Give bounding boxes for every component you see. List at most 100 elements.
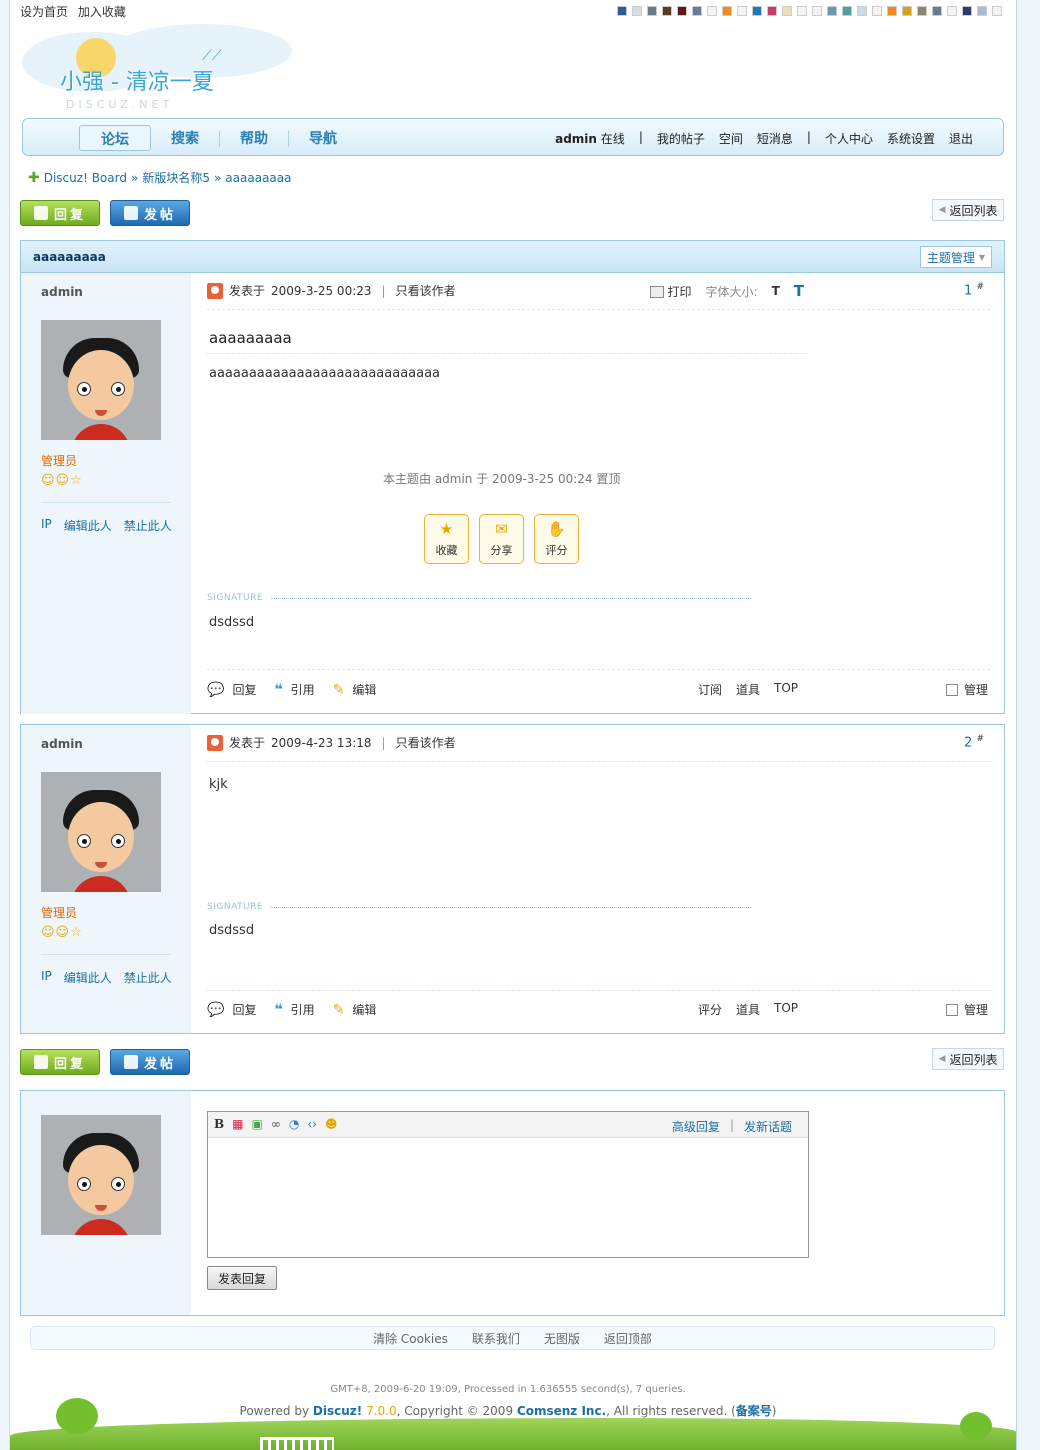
code-icon[interactable]: ‹›	[307, 1117, 317, 1131]
ban-user-link[interactable]: 禁止此人	[124, 969, 172, 986]
style-swatch[interactable]	[932, 6, 942, 16]
rate-button[interactable]: ✋ 评分	[534, 514, 579, 564]
ip-link[interactable]: IP	[41, 517, 52, 534]
reply-button-bottom[interactable]: 回复	[20, 1049, 100, 1075]
share-button[interactable]: ✉ 分享	[479, 514, 524, 564]
online-status[interactable]: 在线	[601, 132, 625, 146]
messages-link[interactable]: 短消息	[757, 130, 793, 147]
link-icon[interactable]: ∞	[271, 1117, 281, 1131]
style-swatch[interactable]	[752, 6, 762, 16]
thread-manage-dropdown[interactable]: 主题管理 ▼	[920, 246, 992, 268]
subscribe-link[interactable]: 订阅	[698, 681, 722, 698]
style-swatch[interactable]	[812, 6, 822, 16]
style-swatch[interactable]	[857, 6, 867, 16]
style-swatch[interactable]	[662, 6, 672, 16]
floor-number[interactable]: 1 #	[964, 282, 984, 298]
style-swatch[interactable]	[692, 6, 702, 16]
style-swatch[interactable]	[722, 6, 732, 16]
manage-checkbox[interactable]	[945, 683, 958, 696]
new-post-button[interactable]: 发帖	[110, 200, 190, 226]
edit-link[interactable]: ✎ 编辑	[333, 681, 377, 698]
user-center-link[interactable]: 个人中心	[825, 130, 873, 147]
window-scrollbar[interactable]	[1016, 0, 1040, 1450]
style-swatch[interactable]	[902, 6, 912, 16]
bold-icon[interactable]: B	[214, 1117, 224, 1131]
icp-link[interactable]: 备案号	[736, 1404, 772, 1418]
quote-link[interactable]: ❝ 引用	[274, 1001, 314, 1018]
only-author-link[interactable]: 只看该作者	[396, 282, 456, 299]
style-swatch[interactable]	[962, 6, 972, 16]
font-large-button[interactable]: T	[794, 282, 804, 300]
favorite-button[interactable]: ★ 收藏	[424, 514, 469, 564]
style-swatch[interactable]	[977, 6, 987, 16]
add-favorite-link[interactable]: 加入收藏	[78, 5, 126, 19]
rate-link[interactable]: 评分	[698, 1001, 722, 1018]
props-link[interactable]: 道具	[736, 1001, 760, 1018]
style-swatch[interactable]	[992, 6, 1002, 16]
props-link[interactable]: 道具	[736, 681, 760, 698]
company-link[interactable]: Comsenz Inc.	[517, 1404, 606, 1418]
nav-tab-forum[interactable]: 论坛	[79, 125, 151, 151]
new-topic-link[interactable]: 发新话题	[744, 1118, 792, 1135]
style-swatch[interactable]	[797, 6, 807, 16]
back-to-list-button-bottom[interactable]: ◀ 返回列表	[932, 1048, 1004, 1070]
style-swatch[interactable]	[827, 6, 837, 16]
style-swatch[interactable]	[737, 6, 747, 16]
smiley-icon[interactable]: ☻	[325, 1117, 338, 1131]
edit-link[interactable]: ✎ 编辑	[333, 1001, 377, 1018]
style-swatch[interactable]	[947, 6, 957, 16]
product-link[interactable]: Discuz!	[313, 1404, 362, 1418]
settings-link[interactable]: 系统设置	[887, 130, 935, 147]
edit-user-link[interactable]: 编辑此人	[64, 517, 112, 534]
my-posts-link[interactable]: 我的帖子	[657, 130, 705, 147]
text-only-link[interactable]: 无图版	[544, 1330, 580, 1347]
style-swatch[interactable]	[917, 6, 927, 16]
style-swatch[interactable]	[647, 6, 657, 16]
top-link[interactable]: TOP	[774, 681, 798, 698]
username-link[interactable]: admin	[555, 132, 597, 146]
reply-link[interactable]: 💬 回复	[207, 1001, 256, 1018]
style-swatch[interactable]	[887, 6, 897, 16]
edit-user-link[interactable]: 编辑此人	[64, 969, 112, 986]
set-home-link[interactable]: 设为首页	[20, 5, 68, 19]
top-link[interactable]: TOP	[774, 1001, 798, 1018]
new-post-button-bottom[interactable]: 发帖	[110, 1049, 190, 1075]
reply-link[interactable]: 💬 回复	[207, 681, 256, 698]
style-swatch[interactable]	[842, 6, 852, 16]
nav-tab-help[interactable]: 帮助	[230, 125, 278, 151]
color-icon[interactable]: ▦	[232, 1117, 243, 1131]
clear-cookies-link[interactable]: 清除 Cookies	[373, 1330, 448, 1347]
image-icon[interactable]: ▣	[252, 1117, 263, 1131]
style-swatch[interactable]	[632, 6, 642, 16]
font-small-button[interactable]: T	[772, 284, 780, 298]
submit-reply-button[interactable]: 发表回复	[207, 1266, 277, 1290]
space-link[interactable]: 空间	[719, 130, 743, 147]
nav-tab-navigation[interactable]: 导航	[299, 125, 347, 151]
back-to-list-button[interactable]: ◀ 返回列表	[932, 199, 1004, 221]
logout-link[interactable]: 退出	[949, 130, 973, 147]
avatar[interactable]	[41, 772, 161, 892]
style-swatch[interactable]	[782, 6, 792, 16]
breadcrumb-board[interactable]: Discuz! Board	[44, 171, 127, 185]
author-name[interactable]: admin	[41, 737, 83, 751]
floor-number[interactable]: 2 #	[964, 734, 984, 750]
reply-textarea[interactable]	[208, 1138, 808, 1257]
print-link[interactable]: 打印	[649, 283, 692, 300]
style-swatch[interactable]	[617, 6, 627, 16]
nav-tab-search[interactable]: 搜索	[161, 125, 209, 151]
style-swatch[interactable]	[707, 6, 717, 16]
quote-bubble-icon[interactable]: ◔	[289, 1117, 299, 1131]
reply-button[interactable]: 回复	[20, 200, 100, 226]
breadcrumb-forum[interactable]: 新版块名称5	[142, 169, 210, 186]
ban-user-link[interactable]: 禁止此人	[124, 517, 172, 534]
site-logo[interactable]: ⟋⟋ 小强 - 清凉一夏 DISCUZ.NET	[22, 24, 322, 116]
only-author-link[interactable]: 只看该作者	[396, 734, 456, 751]
ip-link[interactable]: IP	[41, 969, 52, 986]
back-to-top-link[interactable]: 返回顶部	[604, 1330, 652, 1347]
style-swatch[interactable]	[872, 6, 882, 16]
quote-link[interactable]: ❝ 引用	[274, 681, 314, 698]
style-swatch[interactable]	[677, 6, 687, 16]
contact-link[interactable]: 联系我们	[472, 1330, 520, 1347]
advanced-reply-link[interactable]: 高级回复	[672, 1118, 720, 1135]
author-name[interactable]: admin	[41, 285, 83, 299]
